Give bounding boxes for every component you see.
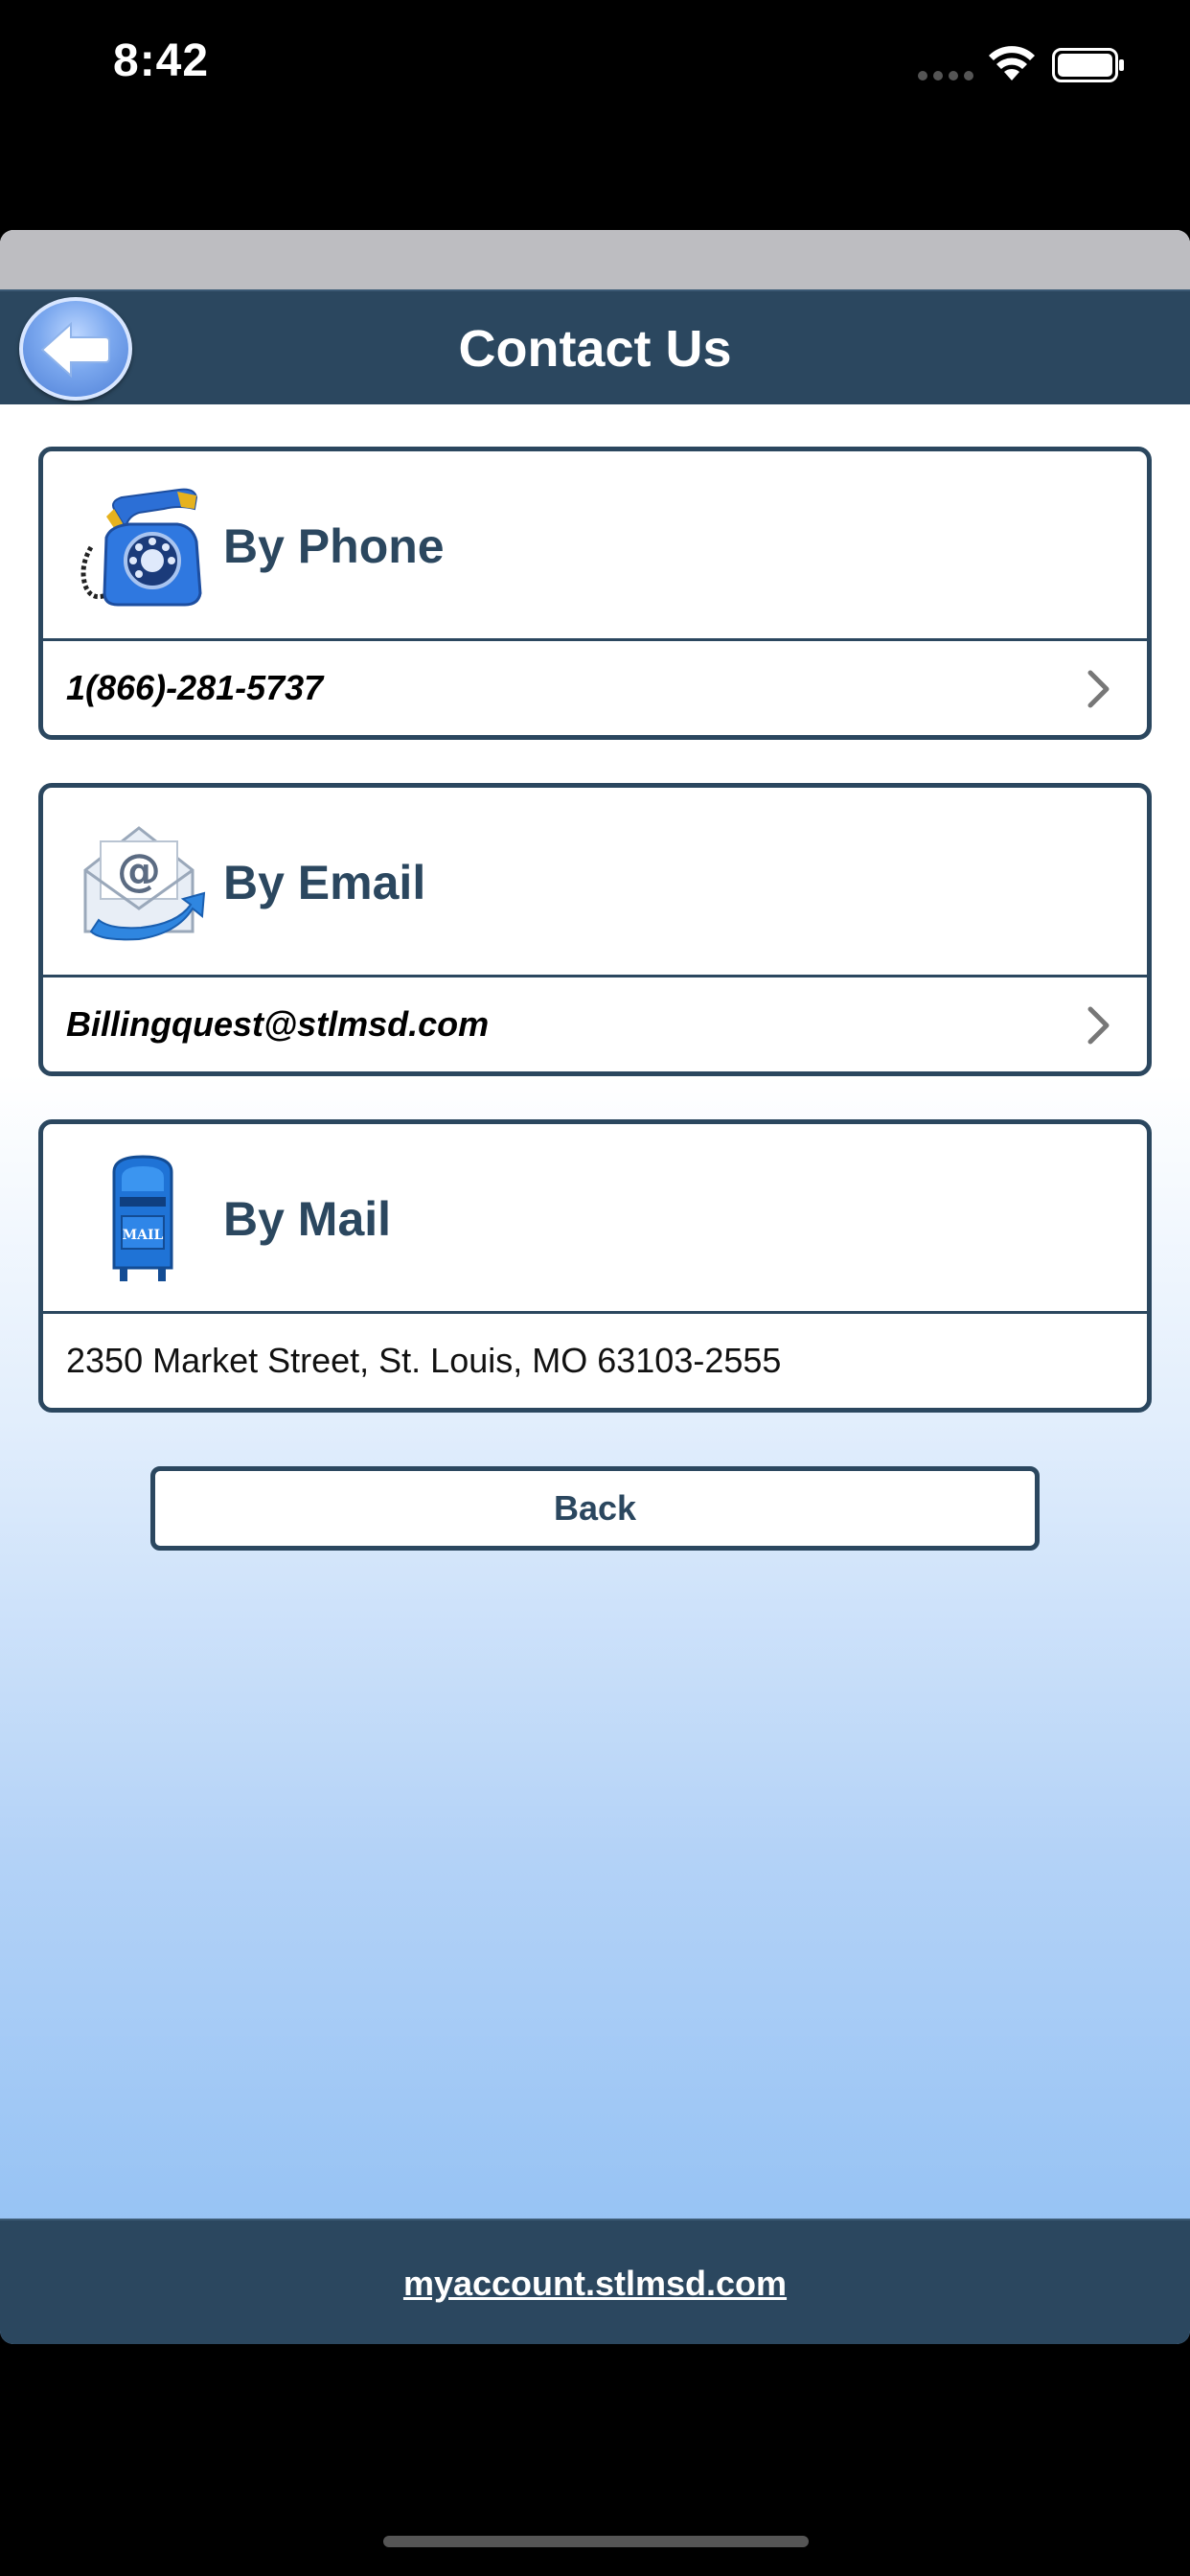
home-indicator[interactable]: [383, 2536, 809, 2547]
mail-card-header: MAIL By Mail: [43, 1124, 1147, 1314]
email-card-header: @ By Email: [43, 788, 1147, 978]
phone-card-title: By Phone: [223, 519, 445, 573]
back-arrow-icon[interactable]: [19, 297, 132, 401]
battery-icon: [1052, 48, 1124, 82]
footer-bar: myaccount.stlmsd.com: [0, 2219, 1190, 2344]
top-strip: [0, 230, 1190, 289]
mailing-address-row: 2350 Market Street, St. Louis, MO 63103-…: [43, 1314, 1147, 1408]
phone-card-header: By Phone: [43, 451, 1147, 641]
telephone-icon: [80, 488, 202, 607]
chevron-right-icon: [1087, 1006, 1110, 1045]
phone-card: By Phone 1(866)-281-5737: [38, 447, 1152, 740]
email-address-row[interactable]: Billingquest@stlmsd.com: [43, 978, 1147, 1071]
email-card: @ By Email Billingquest@stlmsd.com: [38, 783, 1152, 1076]
chevron-right-icon: [1087, 670, 1110, 708]
app-screen: Contact Us By Phone 1(866)-281-5737 @ By…: [0, 230, 1190, 2344]
svg-text:@: @: [117, 844, 161, 896]
mail-card: MAIL By Mail 2350 Market Street, St. Lou…: [38, 1119, 1152, 1413]
phone-number: 1(866)-281-5737: [66, 668, 324, 707]
mailing-address: 2350 Market Street, St. Louis, MO 63103-…: [66, 1341, 782, 1380]
email-address: Billingquest@stlmsd.com: [66, 1004, 490, 1044]
email-envelope-icon: @: [83, 826, 206, 941]
email-card-title: By Email: [223, 856, 426, 909]
status-bar: 8:42: [0, 0, 1190, 134]
phone-number-row[interactable]: 1(866)-281-5737: [43, 641, 1147, 735]
navigation-bar: Contact Us: [0, 289, 1190, 404]
back-button[interactable]: Back: [150, 1466, 1040, 1551]
website-link[interactable]: myaccount.stlmsd.com: [0, 2220, 1190, 2344]
cellular-signal-icon: [918, 71, 973, 80]
page-title: Contact Us: [458, 320, 732, 378]
mailbox-label: MAIL: [123, 1228, 164, 1243]
mail-card-title: By Mail: [223, 1192, 392, 1246]
status-time: 8:42: [113, 35, 210, 86]
mailbox-icon: MAIL: [112, 1155, 173, 1281]
wifi-icon: [989, 46, 1035, 80]
